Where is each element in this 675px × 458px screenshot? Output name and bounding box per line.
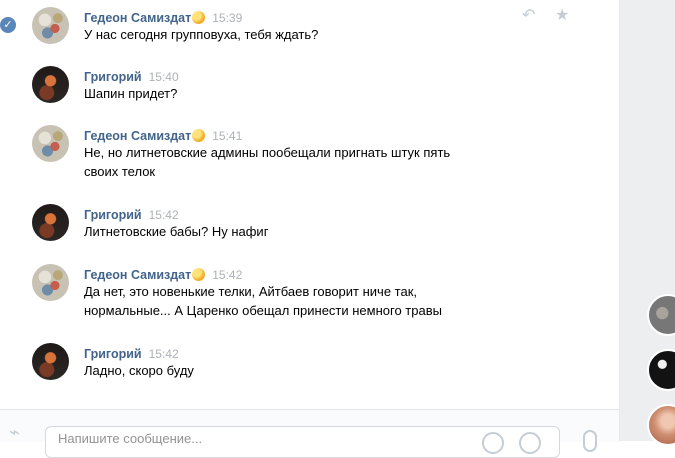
message-text: Литнетовские бабы? Ну нафиг	[84, 224, 269, 239]
reply-icon[interactable]: ↶	[522, 8, 535, 24]
ok-icon[interactable]	[519, 432, 541, 454]
avatar[interactable]	[32, 204, 69, 241]
avatar[interactable]	[32, 7, 69, 44]
message-time: 15:39	[212, 11, 243, 25]
avatar[interactable]	[32, 66, 69, 103]
message-placeholder: Напишите сообщение...	[58, 431, 203, 446]
sender-name: Григорий 15:40	[84, 70, 179, 84]
star-icon[interactable]: ★	[555, 8, 569, 24]
fist-emoji	[192, 129, 206, 142]
message-time: 15:42	[148, 347, 179, 361]
sender-name: Гедеон Самиздат 15:42	[84, 268, 243, 282]
emoji-icon[interactable]	[482, 432, 504, 454]
fist-emoji	[192, 268, 206, 281]
message-text: Шапин придет?	[84, 86, 178, 101]
paperclip-icon[interactable]: ⌁	[9, 423, 23, 441]
message-actions: ↶ ★	[522, 8, 582, 24]
sender-name: Григорий 15:42	[84, 347, 179, 361]
message-text: У нас сегодня групповуха, тебя ждать?	[84, 27, 319, 42]
message-time: 15:41	[212, 129, 243, 143]
message-text: Не, но литнетовские админы пообещали при…	[84, 145, 451, 179]
fist-emoji	[192, 11, 206, 24]
message-time: 15:42	[148, 208, 179, 222]
message-time: 15:40	[148, 70, 179, 84]
message-text: Ладно, скоро буду	[84, 363, 194, 378]
check-icon: ✓	[0, 17, 16, 33]
sender-name: Гедеон Самиздат 15:41	[84, 129, 243, 143]
sender-name: Гедеон Самиздат 15:39	[84, 11, 243, 25]
message-text: Да нет, это новенькие телки, Айтбаев гов…	[84, 284, 442, 318]
avatar[interactable]	[32, 125, 69, 162]
avatar[interactable]	[32, 343, 69, 380]
microphone-icon[interactable]	[583, 430, 597, 452]
avatar[interactable]	[32, 264, 69, 301]
message-time: 15:42	[212, 268, 243, 282]
sender-name: Григорий 15:42	[84, 208, 179, 222]
